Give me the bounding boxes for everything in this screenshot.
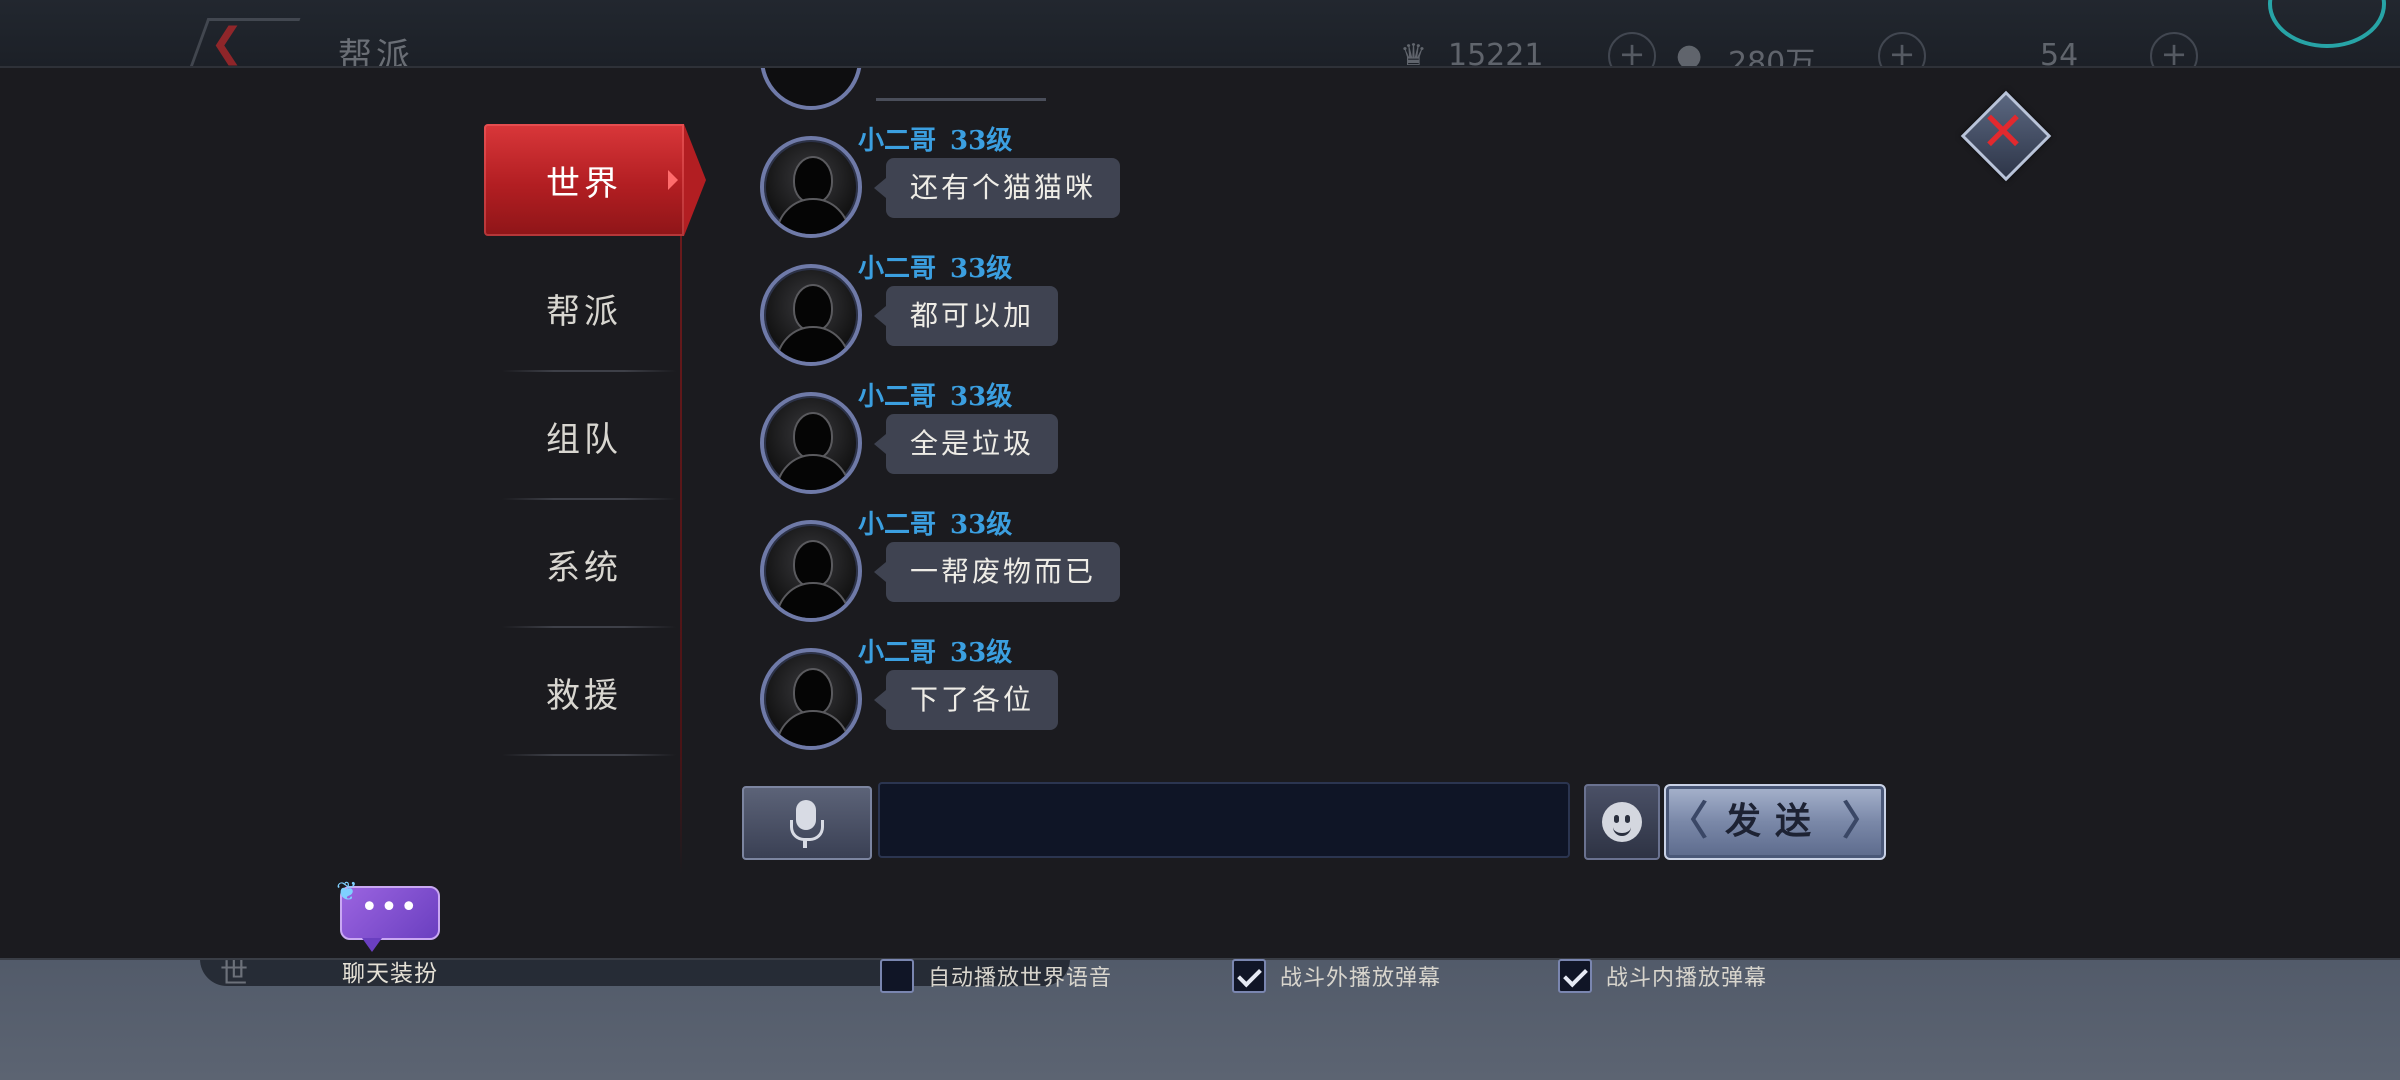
avatar[interactable] (760, 264, 862, 366)
chat-bubble-dots: ••• (360, 890, 420, 925)
microphone-stand (790, 820, 824, 841)
emoji-eye (1614, 815, 1619, 823)
option-label: 战斗外播放弹幕 (1280, 966, 1442, 991)
sender-name[interactable]: 小二哥 33级 (858, 120, 1012, 157)
message-bubble: 都可以加 (873, 286, 1059, 346)
sender-name[interactable]: 小二哥 33级 (858, 504, 1012, 541)
voice-button[interactable] (742, 786, 872, 860)
sender-name[interactable]: 小二哥 33级 (858, 632, 1012, 669)
sender-name[interactable]: 小二哥 33级 (858, 376, 1012, 413)
background-top-bar: ❮ 帮派 ♛ 15221 + ● 280万 + 54 + (0, 0, 2400, 81)
tab-system-label: 系统 (546, 547, 622, 588)
microphone-base (803, 840, 807, 848)
chat-decoration-label: 聊天装扮 (342, 961, 438, 987)
sender-level: 33级 (950, 126, 1013, 156)
tab-world-label: 世界 (546, 163, 622, 204)
auto-play-voice-checkbox[interactable] (880, 959, 914, 993)
silhouette-head (793, 284, 833, 332)
silhouette-head (793, 668, 833, 716)
tab-system[interactable]: 系统 (484, 500, 684, 628)
sender-name-text: 小二哥 (858, 510, 937, 540)
silhouette-shoulders (776, 326, 850, 362)
chat-input[interactable] (878, 782, 1570, 858)
tab-rescue-label: 救援 (546, 675, 622, 716)
option-label: 自动播放世界语音 (928, 966, 1113, 991)
back-arrow-icon: ❮ (210, 20, 244, 66)
emoji-icon (1602, 802, 1642, 842)
message-bubble: 还有个猫猫咪 (873, 158, 1121, 218)
sender-name-text: 小二哥 (858, 254, 937, 284)
barrage-outside-checkbox[interactable] (1232, 959, 1266, 993)
message-bubble: 全是垃圾 (873, 414, 1059, 474)
message-item: 小二哥 33级 全是垃圾 (756, 380, 1656, 508)
silhouette-shoulders (776, 198, 850, 234)
silhouette-head (793, 412, 833, 460)
option-barrage-in-battle[interactable]: 战斗内播放弹幕 (1558, 956, 1767, 996)
chat-bubble-icon: ❦ ••• (336, 877, 440, 952)
sender-level: 33级 (950, 254, 1013, 284)
sender-name-text: 小二哥 (858, 126, 937, 156)
message-item: 小二哥 33级 还有个猫猫咪 (756, 124, 1656, 252)
option-label: 战斗内播放弹幕 (1606, 966, 1768, 991)
partial-message-bubble (876, 98, 1046, 101)
tab-guild[interactable]: 帮派 (484, 244, 684, 372)
barrage-inside-checkbox[interactable] (1558, 959, 1592, 993)
silhouette-head (793, 540, 833, 588)
sender-level: 33级 (950, 638, 1013, 668)
message-list[interactable]: 小二哥 33级 还有个猫猫咪 小二哥 33级 都可以加 小二哥 33级 全是垃圾 小二… (756, 68, 1656, 758)
tab-team-label: 组队 (546, 419, 622, 460)
option-barrage-outside-battle[interactable]: 战斗外播放弹幕 (1232, 956, 1441, 996)
close-icon: ✕ (1980, 100, 2026, 163)
emoji-eye (1625, 815, 1630, 823)
emoji-mouth (1613, 825, 1631, 836)
tab-rescue[interactable]: 救援 (484, 628, 684, 756)
option-auto-play-world-voice[interactable]: 自动播放世界语音 (880, 956, 1112, 996)
avatar[interactable] (760, 136, 862, 238)
channel-tabs: 世界 帮派 组队 系统 救援 (484, 124, 706, 756)
silhouette-shoulders (776, 710, 850, 746)
send-button[interactable]: 发送 (1664, 784, 1886, 860)
message-item: 小二哥 33级 一帮废物而已 (756, 508, 1656, 636)
avatar[interactable] (760, 392, 862, 494)
avatar[interactable] (760, 648, 862, 750)
tab-guild-label: 帮派 (546, 291, 622, 332)
active-tab-arrow-icon (668, 170, 678, 190)
tabs-divider-rail (680, 236, 682, 874)
avatar (760, 68, 862, 110)
sender-level: 33级 (950, 382, 1013, 412)
message-bubble: 一帮废物而已 (873, 542, 1121, 602)
leaf-icon: ❦ (336, 877, 360, 907)
message-item: 小二哥 33级 下了各位 (756, 636, 1656, 758)
chat-decoration-button[interactable]: ❦ ••• 聊天装扮 (330, 877, 450, 988)
corner-ring-icon (2268, 0, 2386, 48)
close-button[interactable]: ✕ (1958, 88, 2052, 182)
sender-name-text: 小二哥 (858, 382, 937, 412)
silhouette-shoulders (776, 454, 850, 490)
silhouette-head (793, 156, 833, 204)
emoji-button[interactable] (1584, 784, 1660, 860)
message-item: 小二哥 33级 都可以加 (756, 252, 1656, 380)
sender-level: 33级 (950, 510, 1013, 540)
tab-team[interactable]: 组队 (484, 372, 684, 500)
avatar[interactable] (760, 520, 862, 622)
tab-world[interactable]: 世界 (484, 124, 706, 236)
silhouette-shoulders (776, 582, 850, 618)
chat-panel: ✕ 世界 帮派 组队 系统 救援 ❦ ••• 聊天装扮 小二哥 33级 还有个猫… (0, 66, 2400, 993)
sender-name-text: 小二哥 (858, 638, 937, 668)
sender-name[interactable]: 小二哥 33级 (858, 248, 1012, 285)
message-bubble: 下了各位 (873, 670, 1059, 730)
